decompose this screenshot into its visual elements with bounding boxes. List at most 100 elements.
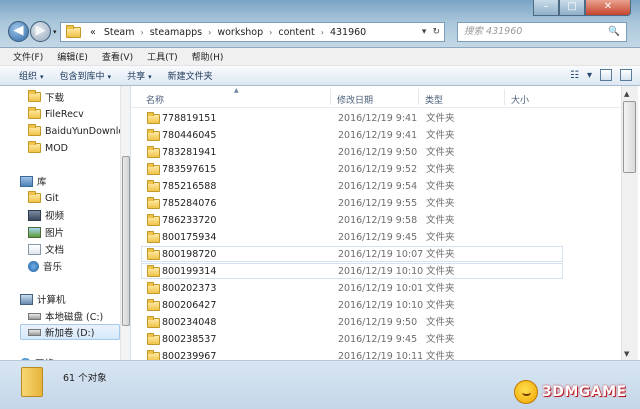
file-list-scrollbar-thumb[interactable] xyxy=(623,101,636,173)
menu-edit[interactable]: 编辑(E) xyxy=(50,50,95,63)
nav-item-video[interactable]: 视频 xyxy=(28,208,64,222)
column-type[interactable]: 类型 xyxy=(425,93,443,106)
column-divider[interactable] xyxy=(330,89,331,105)
file-row[interactable]: 800239967 2016/12/19 10:11 文件夹 xyxy=(141,348,563,360)
nav-item-local-disk-c[interactable]: 本地磁盘 (C:) xyxy=(28,309,103,323)
nav-item-pictures[interactable]: 图片 xyxy=(28,225,64,239)
column-divider[interactable] xyxy=(418,89,419,105)
file-row[interactable]: 780446045 2016/12/19 9:41 文件夹 xyxy=(141,127,563,143)
breadcrumb-431960[interactable]: 431960 xyxy=(326,27,370,38)
nav-item-baiduyun[interactable]: BaiduYunDownloa xyxy=(28,124,130,138)
file-row[interactable]: 778819151 2016/12/19 9:41 文件夹 xyxy=(141,110,563,126)
chevron-right-icon[interactable]: › xyxy=(319,28,326,37)
file-date: 2016/12/19 10:07 xyxy=(338,249,424,260)
recent-pages-dropdown[interactable]: ▾ xyxy=(53,28,57,36)
file-row[interactable]: 783281941 2016/12/19 9:50 文件夹 xyxy=(141,144,563,160)
breadcrumb-overflow[interactable]: « xyxy=(86,27,100,38)
help-icon[interactable] xyxy=(620,69,632,81)
file-row[interactable]: 785216588 2016/12/19 9:54 文件夹 xyxy=(141,178,563,194)
folder-icon xyxy=(147,265,160,277)
nav-label: 本地磁盘 (C:) xyxy=(45,312,104,323)
new-folder-button[interactable]: 新建文件夹 xyxy=(160,69,221,82)
nav-item-volume-d[interactable]: 新加卷 (D:) xyxy=(20,324,120,340)
nav-label: 音乐 xyxy=(43,262,63,273)
chevron-right-icon[interactable]: › xyxy=(139,28,146,37)
nav-scrollbar-thumb[interactable] xyxy=(122,156,130,326)
chevron-down-icon: ▾ xyxy=(40,73,44,81)
file-name: 783597615 xyxy=(162,164,217,175)
refresh-icon[interactable]: ↻ xyxy=(432,27,440,37)
menu-bar: 文件(F) 编辑(E) 查看(V) 工具(T) 帮助(H) xyxy=(0,48,640,66)
column-divider[interactable] xyxy=(504,89,505,105)
organize-button[interactable]: 组织 ▾ xyxy=(11,69,52,82)
view-options-icon[interactable]: ☷ xyxy=(570,70,579,81)
music-icon xyxy=(28,260,39,272)
menu-file[interactable]: 文件(F) xyxy=(6,50,50,63)
column-date[interactable]: 修改日期 xyxy=(337,93,373,106)
nav-item-documents[interactable]: 文档 xyxy=(28,242,64,256)
nav-item-mod[interactable]: MOD xyxy=(28,141,68,155)
view-dropdown-icon[interactable]: ▾ xyxy=(587,70,592,81)
file-row[interactable]: 800199314 2016/12/19 10:10 文件夹 xyxy=(141,263,563,279)
forward-button[interactable]: ▶ xyxy=(30,21,51,42)
drive-icon xyxy=(28,312,41,320)
file-type: 文件夹 xyxy=(426,300,455,311)
column-size[interactable]: 大小 xyxy=(511,93,529,106)
search-input[interactable]: 搜索 431960 🔍 xyxy=(457,22,627,42)
address-history-dropdown[interactable]: ▾ xyxy=(422,27,427,37)
breadcrumb-steamapps[interactable]: steamapps xyxy=(146,27,206,38)
watermark: 3DMGAME xyxy=(514,379,636,405)
file-row[interactable]: 783597615 2016/12/19 9:52 文件夹 xyxy=(141,161,563,177)
file-date: 2016/12/19 9:58 xyxy=(338,215,418,226)
nav-label: 新加卷 (D:) xyxy=(45,328,95,339)
address-bar[interactable]: « Steam › steamapps › workshop › content… xyxy=(60,22,445,42)
file-type: 文件夹 xyxy=(426,351,455,360)
include-in-library-button[interactable]: 包含到库中 ▾ xyxy=(52,69,120,82)
nav-item-filerecv[interactable]: FileRecv xyxy=(28,107,84,121)
breadcrumb-content[interactable]: content xyxy=(274,27,318,38)
nav-item-git[interactable]: Git xyxy=(28,191,59,205)
file-row[interactable]: 800234048 2016/12/19 9:50 文件夹 xyxy=(141,314,563,330)
nav-label: 库 xyxy=(37,177,47,188)
menu-tools[interactable]: 工具(T) xyxy=(140,50,185,63)
file-row[interactable]: 785284076 2016/12/19 9:55 文件夹 xyxy=(141,195,563,211)
breadcrumb-steam[interactable]: Steam xyxy=(100,27,139,38)
nav-item-computer[interactable]: 计算机 xyxy=(20,292,66,306)
breadcrumb-workshop[interactable]: workshop xyxy=(213,27,267,38)
file-row[interactable]: 800202373 2016/12/19 10:01 文件夹 xyxy=(141,280,563,296)
maximize-button[interactable]: □ xyxy=(559,0,585,16)
file-type: 文件夹 xyxy=(426,147,455,158)
nav-item-downloads[interactable]: 下载 xyxy=(28,90,64,104)
file-type: 文件夹 xyxy=(426,215,455,226)
title-area: – □ ✕ ◀ ▶ ▾ « Steam › steamapps › worksh… xyxy=(0,0,640,48)
nav-item-libraries[interactable]: 库 xyxy=(20,174,47,188)
close-button[interactable]: ✕ xyxy=(585,0,631,16)
documents-icon xyxy=(28,243,41,255)
folder-icon xyxy=(66,24,81,38)
nav-item-music[interactable]: 音乐 xyxy=(28,259,62,273)
minimize-button[interactable]: – xyxy=(533,0,559,16)
file-row[interactable]: 800198720 2016/12/19 10:07 文件夹 xyxy=(141,246,563,262)
file-name: 800199314 xyxy=(162,266,217,277)
nav-label: 下载 xyxy=(45,93,65,104)
chevron-right-icon[interactable]: › xyxy=(206,28,213,37)
file-row[interactable]: 800175934 2016/12/19 9:45 文件夹 xyxy=(141,229,563,245)
file-row[interactable]: 786233720 2016/12/19 9:58 文件夹 xyxy=(141,212,563,228)
chevron-right-icon[interactable]: › xyxy=(267,28,274,37)
item-count: 61 个对象 xyxy=(63,373,107,384)
file-date: 2016/12/19 9:54 xyxy=(338,181,418,192)
menu-view[interactable]: 查看(V) xyxy=(95,50,140,63)
scroll-up-icon[interactable]: ▲ xyxy=(624,90,629,98)
column-name[interactable]: 名称 xyxy=(146,93,164,106)
preview-pane-icon[interactable] xyxy=(600,69,612,81)
back-button[interactable]: ◀ xyxy=(8,21,29,42)
file-row[interactable]: 800206427 2016/12/19 10:10 文件夹 xyxy=(141,297,563,313)
search-icon[interactable]: 🔍 xyxy=(608,23,620,41)
file-name: 800175934 xyxy=(162,232,217,243)
file-row[interactable]: 800238537 2016/12/19 9:45 文件夹 xyxy=(141,331,563,347)
nav-label: BaiduYunDownloa xyxy=(45,125,130,137)
share-button[interactable]: 共享 ▾ xyxy=(119,69,160,82)
menu-help[interactable]: 帮助(H) xyxy=(185,50,231,63)
scroll-down-icon[interactable]: ▼ xyxy=(624,350,629,358)
file-type: 文件夹 xyxy=(426,113,455,124)
